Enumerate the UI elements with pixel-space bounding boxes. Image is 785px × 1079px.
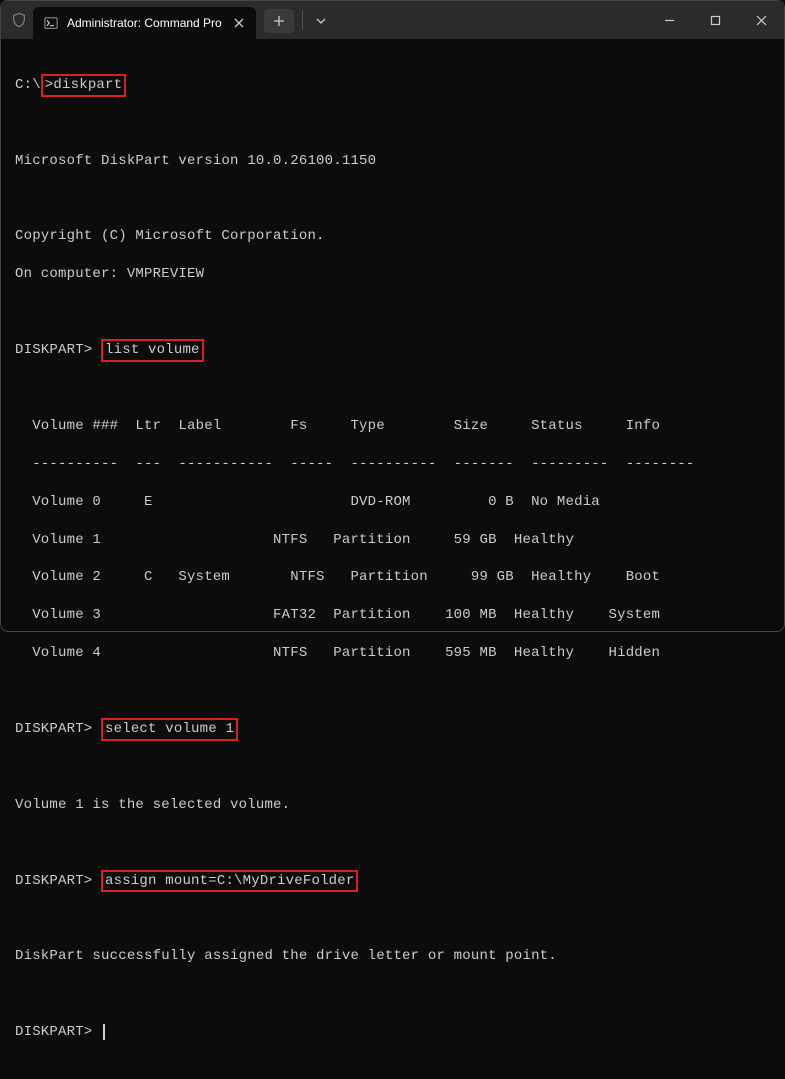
table-row: Volume 2 C System NTFS Partition 99 GB H…: [15, 568, 770, 587]
table-header: Volume ### Ltr Label Fs Type Size Status…: [15, 417, 770, 436]
prompt-line-3: DISKPART> select volume 1: [15, 720, 770, 739]
response-assign: DiskPart successfully assigned the drive…: [15, 947, 770, 966]
version-line: Microsoft DiskPart version 10.0.26100.11…: [15, 152, 770, 171]
terminal-output[interactable]: C:\>diskpart Microsoft DiskPart version …: [1, 39, 784, 1079]
cmd-icon: [43, 15, 59, 31]
prompt-line-1: C:\>diskpart: [15, 76, 770, 95]
highlight-cmd-diskpart: >diskpart: [41, 74, 126, 97]
prompt-line-2: DISKPART> list volume: [15, 341, 770, 360]
prompt-line-5: DISKPART>: [15, 1023, 770, 1042]
maximize-button[interactable]: [692, 1, 738, 39]
table-separator: ---------- --- ----------- ----- -------…: [15, 455, 770, 474]
highlight-cmd-list-volume: list volume: [101, 339, 204, 362]
titlebar: Administrator: Command Pro: [1, 1, 784, 39]
new-tab-button[interactable]: [264, 9, 294, 33]
table-row: Volume 1 NTFS Partition 59 GB Healthy: [15, 531, 770, 550]
divider: [302, 11, 303, 29]
tab-close-button[interactable]: [230, 14, 248, 32]
highlight-cmd-assign-mount: assign mount=C:\MyDriveFolder: [101, 870, 358, 893]
prompt-line-4: DISKPART> assign mount=C:\MyDriveFolder: [15, 872, 770, 891]
cursor: [103, 1024, 105, 1040]
close-button[interactable]: [738, 1, 784, 39]
table-row: Volume 3 FAT32 Partition 100 MB Healthy …: [15, 606, 770, 625]
table-row: Volume 0 E DVD-ROM 0 B No Media: [15, 493, 770, 512]
tab[interactable]: Administrator: Command Pro: [33, 7, 256, 39]
response-select: Volume 1 is the selected volume.: [15, 796, 770, 815]
tab-title: Administrator: Command Pro: [67, 16, 222, 30]
shield-icon: [1, 1, 33, 39]
copyright-line: Copyright (C) Microsoft Corporation.: [15, 227, 770, 246]
minimize-button[interactable]: [646, 1, 692, 39]
computer-line: On computer: VMPREVIEW: [15, 265, 770, 284]
tab-dropdown-button[interactable]: [309, 9, 333, 33]
table-row: Volume 4 NTFS Partition 595 MB Healthy H…: [15, 644, 770, 663]
highlight-cmd-select-volume: select volume 1: [101, 718, 238, 741]
